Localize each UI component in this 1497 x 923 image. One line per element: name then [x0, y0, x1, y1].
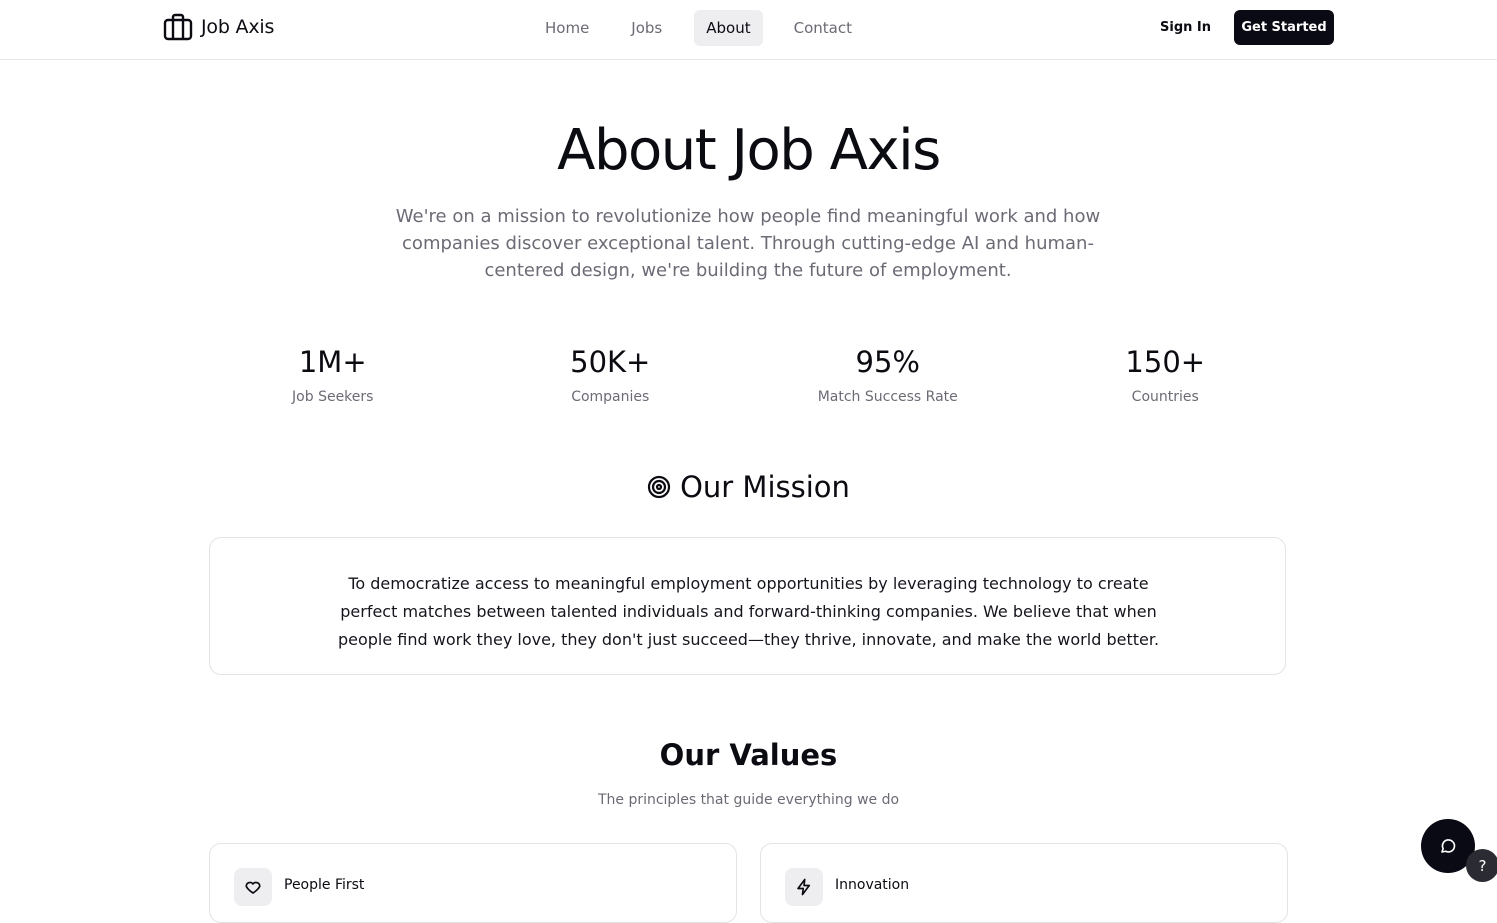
stat-label: Countries [1131, 389, 1199, 405]
get-started-button[interactable]: Get Started [1234, 10, 1334, 45]
nav-link-about[interactable]: About [694, 10, 763, 46]
stats-row: 1M+ Job Seekers 50K+ Companies 95% Match… [194, 340, 1304, 405]
stat-value: 50K+ [570, 345, 651, 379]
stat-label: Match Success Rate [817, 389, 958, 405]
brand-logo[interactable]: Job Axis [163, 12, 274, 42]
help-button[interactable]: ? [1466, 849, 1497, 882]
stat-job-seekers: 1M+ Job Seekers [194, 340, 472, 405]
stat-match-success-rate: 95% Match Success Rate [749, 340, 1027, 405]
value-icon-box [785, 868, 823, 906]
value-card-title: Innovation [835, 877, 910, 893]
stat-label: Companies [571, 389, 650, 405]
mission-card: To democratize access to meaningful empl… [209, 537, 1286, 675]
values-subtitle: The principles that guide everything we … [597, 792, 900, 808]
stat-value: 95% [855, 345, 920, 379]
main-nav: Home Jobs About Contact [526, 10, 875, 46]
lightning-icon [797, 878, 811, 896]
stat-countries: 150+ Countries [1027, 340, 1305, 405]
chat-bubble-icon [1441, 839, 1456, 853]
sign-in-button[interactable]: Sign In [1148, 10, 1223, 46]
stat-value: 1M+ [298, 345, 367, 379]
stat-label: Job Seekers [292, 389, 374, 405]
page-subtitle: We're on a mission to revolutionize how … [395, 206, 1101, 281]
value-icon-box [234, 868, 272, 906]
value-card-innovation: Innovation [760, 843, 1288, 923]
stat-value: 150+ [1125, 345, 1206, 379]
stat-companies: 50K+ Companies [472, 340, 750, 405]
target-icon [647, 475, 671, 499]
value-card-people-first: People First [209, 843, 737, 923]
briefcase-icon [163, 13, 193, 41]
heart-icon [245, 881, 261, 894]
value-card-title: People First [284, 877, 365, 893]
nav-link-home[interactable]: Home [526, 10, 608, 46]
nav-link-jobs[interactable]: Jobs [612, 10, 681, 46]
top-navbar: Job Axis Home Jobs About Contact Sign In… [0, 0, 1497, 60]
brand-name: Job Axis [201, 16, 275, 38]
mission-text: To democratize access to meaningful empl… [337, 574, 1160, 649]
mission-heading: Our Mission [0, 470, 1497, 504]
page-title: About Job Axis [557, 118, 941, 183]
mission-heading-text: Our Mission [680, 470, 850, 504]
nav-link-contact[interactable]: Contact [775, 10, 871, 46]
values-heading: Our Values [659, 738, 838, 772]
